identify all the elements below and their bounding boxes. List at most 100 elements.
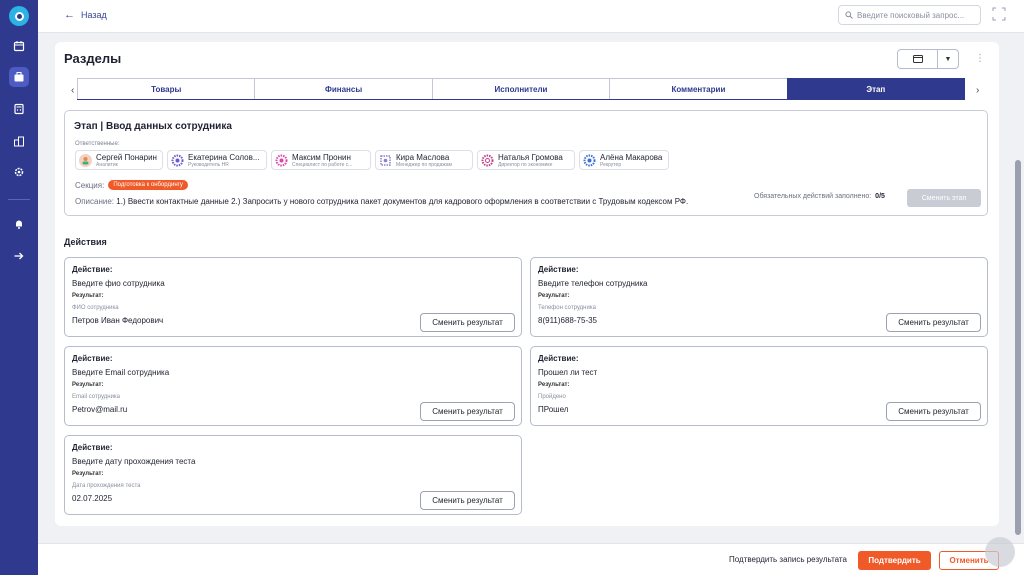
person-chip[interactable]: Наталья Громова Директор по экономике — [477, 150, 575, 170]
field-label: ФИО сотрудника — [72, 305, 119, 311]
field-label: Телефон сотрудника — [538, 305, 596, 311]
required-value: 0/5 — [875, 193, 885, 200]
bell-icon[interactable] — [9, 214, 29, 234]
avatar — [481, 154, 494, 167]
view-split-button[interactable]: ▼ — [897, 49, 959, 69]
left-nav — [0, 0, 38, 575]
change-result-button[interactable]: Сменить результат — [420, 402, 515, 421]
change-result-button[interactable]: Сменить результат — [886, 402, 981, 421]
person-name: Наталья Громова — [498, 152, 563, 162]
person-chip[interactable]: Алёна Макарова Рекрутер — [579, 150, 669, 170]
nav-divider — [8, 199, 30, 200]
fullscreen-icon[interactable] — [992, 7, 1006, 21]
person-name: Сергей Понарин — [96, 152, 157, 162]
responsible-label: Ответственные: — [75, 141, 120, 147]
action-name: Введите фио сотрудника — [72, 279, 165, 288]
action-name: Прошел ли тест — [538, 368, 598, 377]
person-chip[interactable]: Сергей Понарин Аналитик — [75, 150, 163, 170]
result-label: Результат: — [538, 382, 570, 388]
people-list: Сергей Понарин Аналитик Екатерина Солов..… — [75, 150, 669, 170]
tab-finance[interactable]: Финансы — [254, 78, 432, 99]
chevron-down-icon[interactable]: ▼ — [938, 50, 958, 68]
person-name: Алёна Макарова — [600, 152, 663, 162]
field-label: Пройдено — [538, 394, 566, 400]
change-result-button[interactable]: Сменить результат — [420, 313, 515, 332]
tab-comments[interactable]: Комментарии — [609, 78, 787, 99]
back-label: Назад — [81, 10, 107, 20]
avatar — [379, 154, 392, 167]
action-label: Действие: — [72, 443, 113, 452]
person-chip[interactable]: Екатерина Солов... Руководитель HR — [167, 150, 267, 170]
person-role: Руководитель HR — [188, 161, 229, 168]
avatar — [583, 154, 596, 167]
confirm-button[interactable]: Подтвердить — [858, 551, 931, 570]
section-badge: Подготовка к онбордингу — [108, 180, 188, 190]
action-name: Введите телефон сотрудника — [538, 279, 648, 288]
calculator-icon[interactable] — [9, 99, 29, 119]
required-counter: Обязательных действий заполнено: 0/5 — [754, 193, 885, 200]
tabs-next-icon[interactable]: › — [976, 85, 979, 96]
field-value: 8(911)688-75-35 — [538, 316, 598, 325]
more-icon[interactable]: ⋮ — [975, 53, 985, 64]
tab-stage[interactable]: Этап — [786, 78, 966, 99]
field-value: 02.07.2025 — [72, 494, 113, 503]
logout-icon[interactable] — [9, 246, 29, 266]
scrollbar-thumb[interactable] — [1015, 160, 1021, 535]
back-link[interactable]: ← Назад — [64, 9, 107, 21]
tab-executors[interactable]: Исполнители — [431, 78, 610, 99]
logo-icon[interactable] — [9, 6, 29, 26]
person-role: Директор по экономике — [498, 161, 553, 168]
avatar — [79, 153, 92, 167]
description-label: Описание: — [75, 197, 115, 206]
result-label: Результат: — [538, 293, 570, 299]
person-role: Аналитик — [96, 161, 118, 168]
change-stage-button[interactable]: Сменить этап — [907, 189, 981, 207]
tabs-bar: Товары Финансы Исполнители Комментарии Э… — [77, 78, 966, 100]
person-name: Максим Пронин — [292, 152, 351, 162]
result-label: Результат: — [72, 293, 104, 299]
field-value: Петров Иван Федорович — [72, 316, 164, 325]
field-label: Email сотрудника — [72, 394, 121, 400]
stage-title: Этап | Ввод данных сотрудника — [74, 121, 232, 132]
top-bar: ← Назад Введите поисковый запрос... — [38, 0, 1024, 33]
required-label: Обязательных действий заполнено: — [754, 193, 872, 200]
search-input[interactable]: Введите поисковый запрос... — [838, 5, 981, 25]
change-result-button[interactable]: Сменить результат — [420, 491, 515, 510]
calendar-icon[interactable] — [9, 36, 29, 56]
avatar — [275, 154, 288, 167]
bottom-bar: Подтвердить запись результата Подтвердит… — [38, 543, 1024, 575]
person-chip[interactable]: Максим Пронин Специалист по работе с... — [271, 150, 371, 170]
person-chip[interactable]: Кира Маслова Менеджер по продажам — [375, 150, 473, 170]
person-role: Рекрутер — [600, 161, 622, 168]
avatar — [171, 154, 184, 167]
action-label: Действие: — [538, 265, 579, 274]
action-label: Действие: — [72, 354, 113, 363]
search-placeholder: Введите поисковый запрос... — [857, 10, 965, 20]
description-text: 1.) Ввести контактные данные 2.) Запроси… — [116, 197, 689, 206]
page-title: Разделы — [64, 51, 122, 66]
action-card: Действие: Прошел ли тест Результат: Прой… — [530, 346, 988, 426]
main-panel: Разделы ▼ ⋮ ‹ Товары Финансы Исполнители… — [55, 42, 999, 526]
action-name: Введите Email сотрудника — [72, 368, 170, 377]
tabs-prev-icon[interactable]: ‹ — [71, 85, 74, 96]
result-label: Результат: — [72, 382, 104, 388]
action-name: Введите дату прохождения теста — [72, 457, 196, 466]
change-result-button[interactable]: Сменить результат — [886, 313, 981, 332]
action-card: Действие: Введите фио сотрудника Результ… — [64, 257, 522, 337]
action-card: Действие: Введите телефон сотрудника Рез… — [530, 257, 988, 337]
section-row: Секция: Подготовка к онбордингу — [75, 180, 188, 190]
arrow-left-icon: ← — [64, 9, 75, 21]
briefcase-icon[interactable] — [9, 67, 29, 87]
result-label: Результат: — [72, 471, 104, 477]
section-label: Секция: — [75, 180, 105, 190]
buildings-icon[interactable] — [9, 131, 29, 151]
stage-panel: Этап | Ввод данных сотрудника Ответствен… — [64, 110, 988, 216]
settings-icon[interactable] — [9, 162, 29, 182]
action-card: Действие: Введите дату прохождения теста… — [64, 435, 522, 515]
description-row: Описание: 1.) Ввести контактные данные 2… — [75, 197, 688, 206]
search-icon — [845, 11, 853, 19]
tab-goods[interactable]: Товары — [77, 78, 255, 99]
floating-action-button[interactable] — [985, 537, 1015, 567]
person-role: Специалист по работе с... — [292, 161, 353, 168]
folder-icon[interactable] — [898, 50, 938, 68]
